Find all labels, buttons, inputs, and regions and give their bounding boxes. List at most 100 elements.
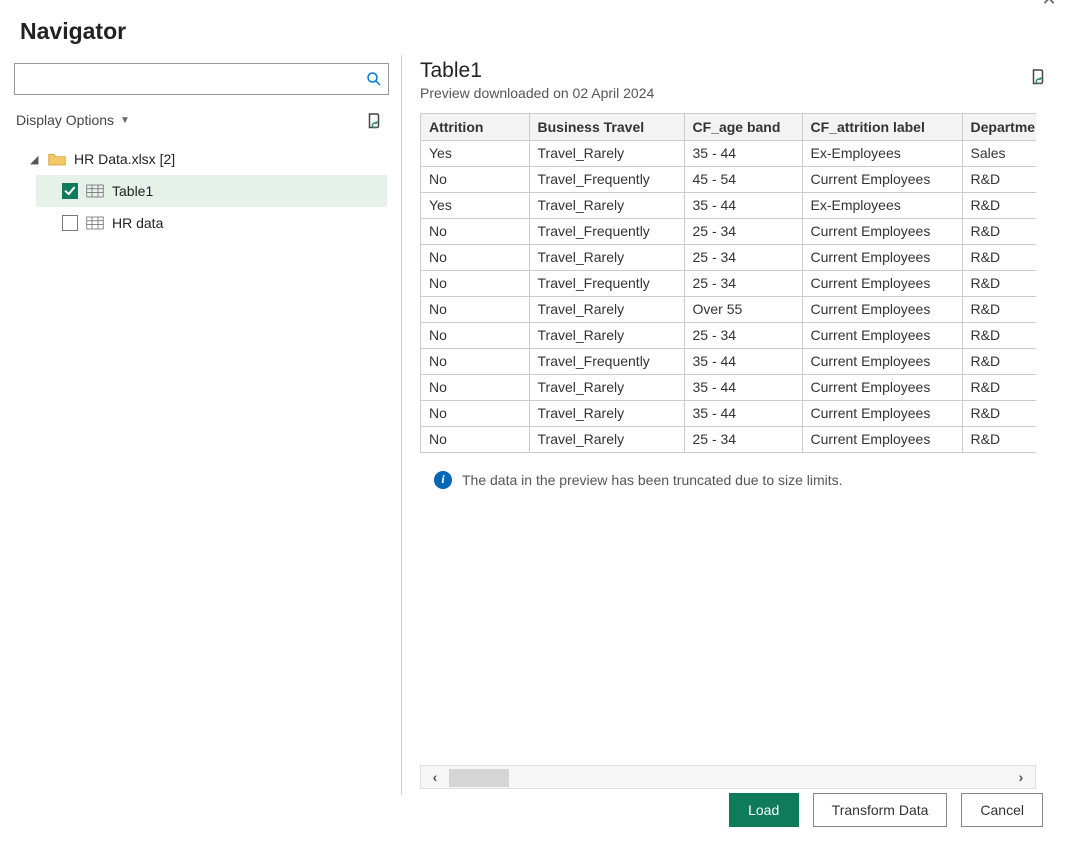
table-row[interactable]: NoTravel_Frequently45 - 54Current Employ… <box>421 166 1036 192</box>
table-row[interactable]: NoTravel_Rarely25 - 34Current EmployeesR… <box>421 244 1036 270</box>
scroll-left-icon[interactable]: ‹ <box>421 766 449 788</box>
table-cell: R&D <box>962 400 1036 426</box>
table-cell: R&D <box>962 270 1036 296</box>
table-row[interactable]: NoTravel_Rarely25 - 34Current EmployeesR… <box>421 322 1036 348</box>
scroll-thumb[interactable] <box>449 769 509 787</box>
table-cell: Current Employees <box>802 166 962 192</box>
table-cell: R&D <box>962 348 1036 374</box>
table-row[interactable]: NoTravel_Frequently25 - 34Current Employ… <box>421 270 1036 296</box>
table-cell: R&D <box>962 296 1036 322</box>
table-row[interactable]: YesTravel_Rarely35 - 44Ex-EmployeesSales <box>421 140 1036 166</box>
tree-item[interactable]: HR data <box>36 207 387 239</box>
table-cell: 35 - 44 <box>684 140 802 166</box>
table-cell: Current Employees <box>802 322 962 348</box>
preview-pane: Table1 Preview downloaded on 02 April 20… <box>402 55 1071 795</box>
table-cell: 25 - 34 <box>684 244 802 270</box>
close-icon[interactable]: ✕ <box>1035 0 1063 10</box>
table-cell: R&D <box>962 322 1036 348</box>
column-header[interactable]: Attrition <box>421 114 529 140</box>
transform-data-button[interactable]: Transform Data <box>813 793 948 827</box>
table-row[interactable]: NoTravel_Rarely35 - 44Current EmployeesR… <box>421 374 1036 400</box>
preview-title: Table1 <box>420 59 654 83</box>
table-cell: No <box>421 296 529 322</box>
caret-collapse-icon: ◢ <box>30 153 40 166</box>
tree-item-label: Table1 <box>112 183 153 199</box>
display-options-label: Display Options <box>16 112 114 128</box>
table-cell: Travel_Rarely <box>529 374 684 400</box>
table-row[interactable]: NoTravel_Frequently25 - 34Current Employ… <box>421 218 1036 244</box>
table-cell: No <box>421 374 529 400</box>
table-cell: 35 - 44 <box>684 374 802 400</box>
table-cell: Current Employees <box>802 244 962 270</box>
preview-table-wrap: AttritionBusiness TravelCF_age bandCF_at… <box>420 113 1036 453</box>
table-cell: Travel_Frequently <box>529 348 684 374</box>
checkbox[interactable] <box>62 183 78 199</box>
table-cell: Travel_Rarely <box>529 322 684 348</box>
table-cell: Current Employees <box>802 296 962 322</box>
table-row[interactable]: YesTravel_Rarely35 - 44Ex-EmployeesR&D <box>421 192 1036 218</box>
navigator-pane: Display Options ▼ ◢ HR Data.xlsx [2] <box>12 55 402 795</box>
table-cell: No <box>421 218 529 244</box>
table-cell: Travel_Rarely <box>529 192 684 218</box>
table-cell: Current Employees <box>802 426 962 452</box>
truncation-message: The data in the preview has been truncat… <box>462 472 843 488</box>
table-cell: Yes <box>421 140 529 166</box>
preview-refresh-icon[interactable] <box>1029 67 1047 85</box>
table-cell: No <box>421 166 529 192</box>
table-cell: R&D <box>962 244 1036 270</box>
table-cell: Over 55 <box>684 296 802 322</box>
cancel-button[interactable]: Cancel <box>961 793 1043 827</box>
table-cell: No <box>421 426 529 452</box>
table-cell: Travel_Rarely <box>529 244 684 270</box>
tree-file-label: HR Data.xlsx [2] <box>74 151 175 167</box>
table-row[interactable]: NoTravel_Rarely35 - 44Current EmployeesR… <box>421 400 1036 426</box>
table-cell: Travel_Rarely <box>529 400 684 426</box>
table-cell: Travel_Frequently <box>529 166 684 192</box>
table-cell: R&D <box>962 374 1036 400</box>
table-cell: 25 - 34 <box>684 322 802 348</box>
table-cell: 45 - 54 <box>684 166 802 192</box>
table-cell: No <box>421 348 529 374</box>
table-cell: Ex-Employees <box>802 140 962 166</box>
load-button[interactable]: Load <box>729 793 799 827</box>
tree-item[interactable]: Table1 <box>36 175 387 207</box>
scroll-right-icon[interactable]: › <box>1007 766 1035 788</box>
column-header[interactable]: CF_age band <box>684 114 802 140</box>
table-row[interactable]: NoTravel_RarelyOver 55Current EmployeesR… <box>421 296 1036 322</box>
table-cell: Sales <box>962 140 1036 166</box>
table-cell: No <box>421 270 529 296</box>
page-title: Navigator <box>0 0 1071 55</box>
preview-subtitle: Preview downloaded on 02 April 2024 <box>420 85 654 101</box>
column-header[interactable]: CF_attrition label <box>802 114 962 140</box>
table-cell: Current Employees <box>802 374 962 400</box>
checkbox[interactable] <box>62 215 78 231</box>
display-options-dropdown[interactable]: Display Options ▼ <box>16 112 130 128</box>
table-row[interactable]: NoTravel_Rarely25 - 34Current EmployeesR… <box>421 426 1036 452</box>
table-cell: Travel_Frequently <box>529 270 684 296</box>
table-icon <box>86 216 104 230</box>
table-cell: R&D <box>962 218 1036 244</box>
table-cell: Travel_Rarely <box>529 426 684 452</box>
search-wrap <box>14 63 389 95</box>
table-cell: Current Employees <box>802 270 962 296</box>
table-cell: 25 - 34 <box>684 426 802 452</box>
search-input[interactable] <box>14 63 389 95</box>
table-cell: R&D <box>962 166 1036 192</box>
horizontal-scrollbar[interactable]: ‹ › <box>420 765 1036 789</box>
caret-down-icon: ▼ <box>120 115 130 126</box>
tree-file-row[interactable]: ◢ HR Data.xlsx [2] <box>16 143 387 175</box>
table-cell: Travel_Frequently <box>529 218 684 244</box>
column-header[interactable]: Business Travel <box>529 114 684 140</box>
table-cell: Current Employees <box>802 218 962 244</box>
info-icon: i <box>434 471 452 489</box>
table-cell: No <box>421 322 529 348</box>
scroll-track[interactable] <box>449 766 1007 788</box>
table-row[interactable]: NoTravel_Frequently35 - 44Current Employ… <box>421 348 1036 374</box>
search-icon[interactable] <box>365 70 383 88</box>
column-header[interactable]: Departmen <box>962 114 1036 140</box>
table-cell: No <box>421 244 529 270</box>
table-cell: 35 - 44 <box>684 400 802 426</box>
refresh-icon[interactable] <box>365 111 383 129</box>
table-cell: Travel_Rarely <box>529 296 684 322</box>
table-cell: Travel_Rarely <box>529 140 684 166</box>
